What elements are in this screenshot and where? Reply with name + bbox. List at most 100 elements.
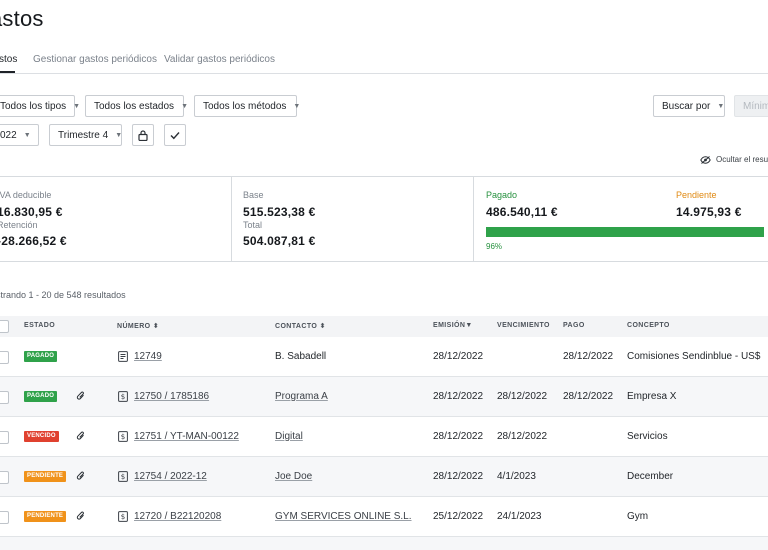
type-filter-dropdown[interactable]: Todos los tipos ▼ [0, 95, 80, 117]
status-badge: PAGADO [24, 391, 58, 402]
table-row[interactable]: PAGADO 12749 B. Sabadell 28/12/2022 28/12/20… [0, 337, 768, 377]
col-emision-label: EMISIÓN [433, 322, 466, 329]
hide-summary-toggle[interactable]: Ocultar el resum [700, 155, 768, 164]
invoice-number-link[interactable]: 12754 / 2022-12 [134, 471, 207, 482]
col-numero[interactable]: NÚMERO ⬍ [117, 322, 159, 330]
min-amount-input[interactable]: Mínim [734, 95, 768, 117]
summary-divider [473, 177, 474, 261]
status-badge: VENCIDO [24, 431, 59, 442]
method-filter-label: Todos los métodos [203, 100, 287, 112]
contact-cell[interactable]: Joe Doe [275, 471, 312, 482]
payment-date: 28/12/2022 [563, 351, 614, 362]
table-row[interactable] [0, 537, 768, 550]
paid-progress-bar [486, 227, 764, 237]
contact-cell[interactable]: Programa A [275, 391, 328, 402]
table-row[interactable]: PAGADO $12750 / 1785186 Programa A 28/12/20… [0, 377, 768, 417]
svg-text:$: $ [121, 513, 125, 521]
iva-value: 16.830,95 € [0, 205, 63, 219]
col-estado[interactable]: ESTADO [24, 322, 55, 329]
tab-validate-recurring[interactable]: Validar gastos periódicos [164, 54, 275, 65]
col-contacto[interactable]: CONTACTO ⬍ [275, 322, 326, 330]
chevron-down-icon: ▼ [717, 102, 725, 110]
pending-value: 14.975,93 € [676, 205, 742, 219]
lock-icon [138, 129, 148, 141]
invoice-number-link[interactable]: 12750 / 1785186 [134, 391, 209, 402]
col-vencimiento[interactable]: VENCIMIENTO [497, 322, 550, 329]
attachment-icon[interactable] [76, 470, 86, 485]
summary-panel [0, 176, 768, 262]
sort-icon: ⬍ [319, 323, 326, 330]
lock-period-button[interactable] [132, 124, 154, 146]
year-label: 022 [0, 129, 17, 141]
min-amount-placeholder: Mínim [743, 100, 768, 112]
col-contacto-label: CONTACTO [275, 323, 318, 330]
status-badge: PAGADO [24, 351, 58, 362]
retention-label: Retención [0, 220, 38, 230]
status-badge: PENDIENTE [24, 471, 67, 482]
attachment-icon[interactable] [76, 390, 86, 405]
status-badge: PENDIENTE [24, 511, 67, 522]
invoice-number-link[interactable]: 12720 / B22120208 [134, 511, 221, 522]
row-checkbox[interactable] [0, 391, 9, 404]
year-dropdown[interactable]: 022 ▼ [0, 124, 39, 146]
table-row[interactable]: VENCIDO $12751 / YT-MAN-00122 Digital 28/12… [0, 417, 768, 457]
results-count: strando 1 - 20 de 548 resultados [0, 290, 126, 300]
chevron-down-icon: ▼ [293, 102, 301, 110]
total-label: Total [243, 220, 263, 230]
state-filter-dropdown[interactable]: Todos los estados ▼ [85, 95, 188, 117]
type-filter-label: Todos los tipos [0, 100, 67, 112]
row-checkbox[interactable] [0, 471, 9, 484]
row-checkbox[interactable] [0, 511, 9, 524]
col-emision[interactable]: EMISIÓN▼ [433, 322, 473, 329]
concept-cell: Servicios [627, 431, 668, 442]
invoice-number-link[interactable]: 12749 [134, 351, 162, 362]
confirm-button[interactable] [164, 124, 186, 146]
invoice-icon: $ [118, 511, 128, 525]
active-tab-indicator [0, 71, 15, 73]
quarter-label: Trimestre 4 [58, 129, 109, 141]
contact-cell[interactable]: Digital [275, 431, 303, 442]
chevron-down-icon: ▼ [73, 102, 81, 110]
row-checkbox[interactable] [0, 431, 9, 444]
contact-cell[interactable]: GYM SERVICES ONLINE S.L. [275, 511, 412, 522]
due-date: 28/12/2022 [497, 391, 548, 402]
check-icon [170, 131, 180, 139]
table-row[interactable]: PENDIENTE $12754 / 2022-12 Joe Doe 28/12/20… [0, 457, 768, 497]
col-concepto[interactable]: CONCEPTO [627, 322, 670, 329]
method-filter-dropdown[interactable]: Todos los métodos ▼ [194, 95, 301, 117]
iva-label: IVA deducible [0, 190, 52, 200]
emission-date: 25/12/2022 [433, 511, 484, 522]
chevron-down-icon: ▼ [23, 131, 31, 139]
search-by-dropdown[interactable]: Buscar por ▼ [653, 95, 725, 117]
paid-value: 486.540,11 € [486, 205, 558, 219]
paid-label: Pagado [486, 190, 518, 200]
page-title: astos [0, 6, 44, 31]
table-row[interactable]: PENDIENTE $12720 / B22120208 GYM SERVICES … [0, 497, 768, 537]
pending-label: Pendiente [676, 190, 717, 200]
due-date: 24/1/2023 [497, 511, 542, 522]
paid-percent: 96% [486, 242, 503, 251]
emission-date: 28/12/2022 [433, 431, 484, 442]
concept-cell: Comisiones Sendinblue - US$ [627, 351, 761, 362]
attachment-icon[interactable] [76, 510, 86, 525]
summary-divider [231, 177, 232, 261]
document-icon [118, 351, 128, 365]
row-checkbox[interactable] [0, 351, 9, 364]
invoice-icon: $ [118, 471, 128, 485]
col-pago[interactable]: PAGO [563, 322, 585, 329]
contact-cell: B. Sabadell [275, 351, 327, 362]
concept-cell: Empresa X [627, 391, 677, 402]
tab-bar: stos Gestionar gastos periódicos Validar… [0, 50, 768, 74]
due-date: 4/1/2023 [497, 471, 536, 482]
due-date: 28/12/2022 [497, 431, 548, 442]
emission-date: 28/12/2022 [433, 351, 484, 362]
select-all-checkbox[interactable] [0, 320, 9, 333]
col-numero-label: NÚMERO [117, 323, 151, 330]
emission-date: 28/12/2022 [433, 471, 484, 482]
invoice-number-link[interactable]: 12751 / YT-MAN-00122 [134, 431, 239, 442]
attachment-icon[interactable] [76, 430, 86, 445]
quarter-dropdown[interactable]: Trimestre 4 ▼ [49, 124, 122, 146]
tab-gastos[interactable]: stos [0, 54, 17, 65]
base-label: Base [243, 190, 264, 200]
tab-manage-recurring[interactable]: Gestionar gastos periódicos [33, 54, 157, 65]
